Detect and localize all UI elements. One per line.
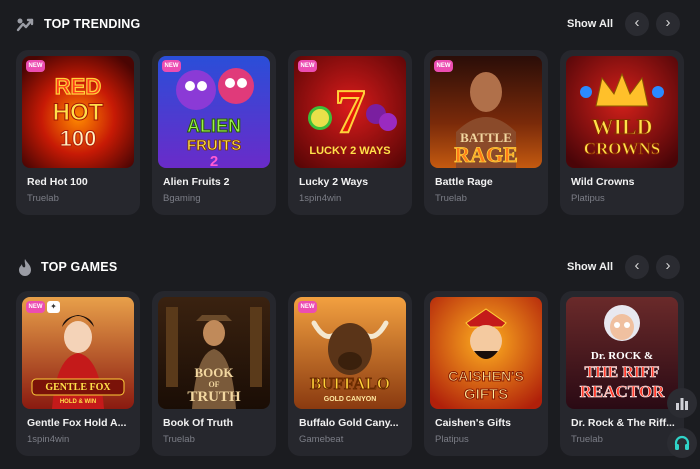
game-provider: Truelab <box>435 193 467 204</box>
art-line: WILD <box>591 114 652 139</box>
chevron-left-icon: ‹ <box>634 257 640 274</box>
game-thumbnail[interactable]: 7 LUCKY 2 WAYS NEW <box>294 56 406 168</box>
game-card[interactable]: Dr. ROCK & THE RIFF REACTOR Dr. Rock & T… <box>560 291 684 456</box>
new-badge: NEW <box>298 301 317 313</box>
game-thumbnail[interactable]: BATTLE RAGE NEW <box>430 56 542 168</box>
art-line: GENTLE FOX <box>45 382 111 393</box>
game-title: Caishen's Gifts <box>435 417 512 429</box>
section-title: TOP TRENDING <box>44 17 141 31</box>
game-card-row: GENTLE FOX HOLD & WIN NEW ✦ Gentle Fox H… <box>0 291 700 456</box>
game-provider: 1spin4win <box>299 193 342 204</box>
game-title: Alien Fruits 2 <box>163 176 230 188</box>
support-button[interactable] <box>667 428 697 458</box>
carousel-next-button[interactable]: › <box>656 12 680 36</box>
game-card-row: RED HOT 100 NEW Red Hot 100 Truelab ALIE… <box>0 50 700 215</box>
game-card[interactable]: ALIEN FRUITS 2 NEW Alien Fruits 2 Bgamin… <box>152 50 276 215</box>
show-all-link[interactable]: Show All <box>567 18 613 30</box>
top-trending-header: TOP TRENDING Show All ‹ › <box>0 0 700 48</box>
game-provider: Gamebeat <box>299 434 344 445</box>
art-line: CROWNS <box>584 139 661 158</box>
top-games-section: TOP GAMES Show All ‹ › GENTLE FOX HOLD &… <box>0 243 700 456</box>
art-line: FRUITS <box>187 137 241 154</box>
game-thumbnail[interactable]: WILD CROWNS <box>566 56 678 168</box>
game-title: Buffalo Gold Cany... <box>299 417 399 429</box>
game-card[interactable]: WILD CROWNS Wild Crowns Platipus <box>560 50 684 215</box>
art-line: HOLD & WIN <box>60 399 96 405</box>
chevron-left-icon: ‹ <box>634 14 640 31</box>
top-trending-section: TOP TRENDING Show All ‹ › RED HOT 100 NE… <box>0 0 700 215</box>
game-thumbnail[interactable]: BOOK OF TRUTH <box>158 297 270 409</box>
game-provider: Truelab <box>571 434 603 445</box>
game-title: Lucky 2 Ways <box>299 176 369 188</box>
game-thumbnail[interactable]: RED HOT 100 NEW <box>22 56 134 168</box>
section-title: TOP GAMES <box>41 260 118 274</box>
game-title: Dr. Rock & The Riff... <box>571 417 675 429</box>
art-line: TRUTH <box>187 389 241 405</box>
game-thumbnail[interactable]: GENTLE FOX HOLD & WIN NEW ✦ <box>22 297 134 409</box>
art-line: ALIEN <box>187 116 241 136</box>
carousel-prev-button[interactable]: ‹ <box>625 12 649 36</box>
game-provider: Bgaming <box>163 193 201 204</box>
art-line: HOT <box>53 99 104 126</box>
new-badge: NEW <box>298 60 317 72</box>
game-provider: Truelab <box>27 193 59 204</box>
game-title: Book Of Truth <box>163 417 233 429</box>
art-line: BOOK <box>194 365 234 380</box>
headset-icon <box>674 435 690 450</box>
art-line: GOLD CANYON <box>324 396 377 403</box>
flame-chart-icon <box>14 14 36 36</box>
art-line: 100 <box>60 126 97 151</box>
stats-button[interactable] <box>667 388 697 418</box>
carousel-next-button[interactable]: › <box>656 255 680 279</box>
art-line: THE RIFF <box>584 364 659 381</box>
art-line: RED <box>55 74 101 99</box>
game-provider: Platipus <box>435 434 469 445</box>
game-provider: Truelab <box>163 434 195 445</box>
new-badge: NEW <box>434 60 453 72</box>
game-title: Red Hot 100 <box>27 176 88 188</box>
game-thumbnail[interactable]: BUFFALO GOLD CANYON NEW <box>294 297 406 409</box>
game-card[interactable]: BATTLE RAGE NEW Battle Rage Truelab <box>424 50 548 215</box>
game-thumbnail[interactable]: CAISHEN'S GIFTS <box>430 297 542 409</box>
game-provider: Platipus <box>571 193 605 204</box>
game-title: Wild Crowns <box>571 176 635 188</box>
game-provider: 1spin4win <box>27 434 70 445</box>
new-badge: NEW <box>26 301 45 313</box>
show-all-link[interactable]: Show All <box>567 261 613 273</box>
game-card[interactable]: BOOK OF TRUTH Book Of Truth Truelab <box>152 291 276 456</box>
game-card[interactable]: GENTLE FOX HOLD & WIN NEW ✦ Gentle Fox H… <box>16 291 140 456</box>
art-line: OF <box>208 380 219 389</box>
art-line: LUCKY 2 WAYS <box>309 145 390 157</box>
art-line: 2 <box>210 153 218 168</box>
game-thumbnail[interactable]: ALIEN FRUITS 2 NEW <box>158 56 270 168</box>
art-line: REACTOR <box>580 382 665 401</box>
art-line: RAGE <box>454 142 518 167</box>
flame-icon <box>14 257 36 279</box>
art-line: CAISHEN'S <box>448 368 524 384</box>
carousel-prev-button[interactable]: ‹ <box>625 255 649 279</box>
new-badge: NEW <box>162 60 181 72</box>
chevron-right-icon: › <box>665 257 671 274</box>
art-line: Dr. ROCK & <box>591 350 653 362</box>
game-title: Gentle Fox Hold A... <box>27 417 127 429</box>
chevron-right-icon: › <box>665 14 671 31</box>
art-line: BUFFALO <box>310 374 390 393</box>
game-thumbnail[interactable]: Dr. ROCK & THE RIFF REACTOR <box>566 297 678 409</box>
art-line: GIFTS <box>464 386 508 403</box>
game-card[interactable]: 7 LUCKY 2 WAYS NEW Lucky 2 Ways 1spin4wi… <box>288 50 412 215</box>
game-card[interactable]: CAISHEN'S GIFTS Caishen's Gifts Platipus <box>424 291 548 456</box>
bar-chart-icon <box>676 398 688 410</box>
art-line: 7 <box>335 78 366 146</box>
exclusive-badge-icon: ✦ <box>47 301 60 313</box>
game-card[interactable]: BUFFALO GOLD CANYON NEW Buffalo Gold Can… <box>288 291 412 456</box>
game-title: Battle Rage <box>435 176 493 188</box>
top-games-header: TOP GAMES Show All ‹ › <box>0 243 700 291</box>
game-card[interactable]: RED HOT 100 NEW Red Hot 100 Truelab <box>16 50 140 215</box>
new-badge: NEW <box>26 60 45 72</box>
